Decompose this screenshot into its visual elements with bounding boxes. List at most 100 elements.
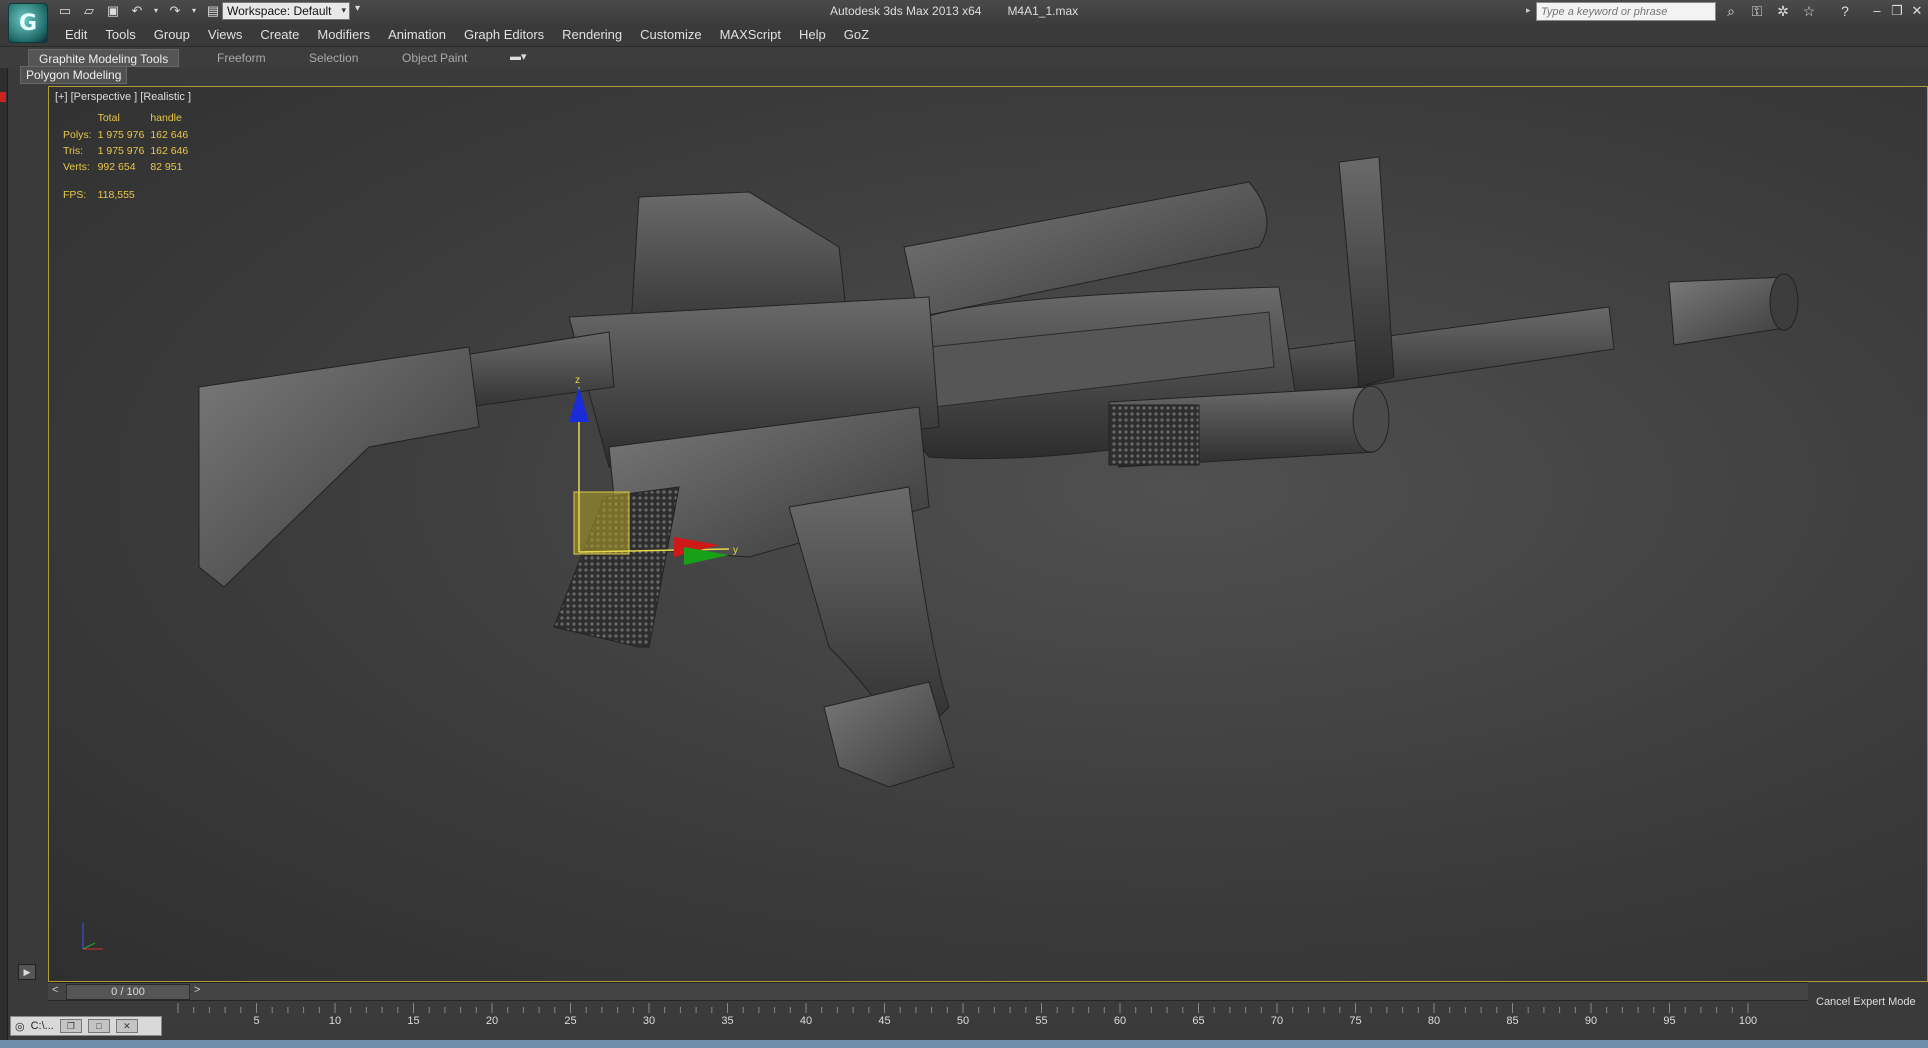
axis-tripod-icon: [82, 923, 103, 950]
restore-icon[interactable]: ❐: [1890, 2, 1904, 20]
track-tick-label: 100: [1738, 1015, 1758, 1027]
track-tick-label: 30: [642, 1015, 656, 1027]
track-ticks: [177, 1003, 1749, 1013]
rifle-model[interactable]: z y: [49, 87, 1928, 982]
track-tick-label: 80: [1427, 1015, 1441, 1027]
satellite-icon[interactable]: ✲: [1774, 2, 1792, 20]
tab-selection[interactable]: Selection: [299, 49, 368, 67]
menu-group[interactable]: Group: [145, 24, 199, 46]
menu-rendering[interactable]: Rendering: [553, 24, 631, 46]
tab-graphite-modeling-tools[interactable]: Graphite Modeling Tools: [28, 49, 180, 67]
minimized-window-title: C:\...: [30, 1020, 54, 1032]
search-expand-icon[interactable]: ▸: [1526, 5, 1531, 16]
stats-polys-label: Polys:: [63, 129, 92, 141]
stats-polys-total: 1 975 976: [97, 129, 145, 141]
perspective-viewport[interactable]: z y [+] [Perspective ] [Realistic ] Tota…: [48, 86, 1928, 982]
undo-icon[interactable]: ↶: [128, 2, 146, 20]
stats-tris-label: Tris:: [63, 145, 84, 157]
track-tick-label: 15: [407, 1015, 420, 1027]
stock: [198, 346, 480, 588]
save-icon[interactable]: ▣: [104, 2, 122, 20]
track-tick-label: 55: [1035, 1015, 1048, 1027]
quick-access-toolbar: ▭ ▱ ▣ ↶ ▾ ↷ ▾ ▤: [56, 2, 222, 20]
maximize-icon[interactable]: □: [87, 1019, 110, 1033]
minimize-icon[interactable]: –: [1870, 2, 1884, 20]
help-search-input[interactable]: [1536, 2, 1716, 21]
workspace-options-icon[interactable]: ▾: [355, 3, 360, 14]
track-tick-label: 70: [1270, 1015, 1284, 1027]
stats-polys-handle: 162 646: [150, 129, 189, 141]
menu-maxscript[interactable]: MAXScript: [711, 24, 790, 46]
flashlight-grip: [1108, 404, 1200, 466]
time-prev-button[interactable]: <: [52, 984, 58, 996]
star-icon[interactable]: ☆: [1800, 2, 1818, 20]
track-bar[interactable]: [48, 1000, 1808, 1020]
stats-verts-label: Verts:: [63, 161, 90, 173]
restore-icon[interactable]: ❐: [59, 1019, 82, 1033]
track-tick-label: 35: [721, 1015, 734, 1027]
muzzle: [1769, 273, 1799, 331]
tab-freeform[interactable]: Freeform: [207, 49, 276, 67]
viewport-label[interactable]: [+] [Perspective ] [Realistic ]: [55, 91, 191, 103]
project-icon[interactable]: ▤: [204, 2, 222, 20]
redo-icon[interactable]: ↷: [166, 2, 184, 20]
minimized-window[interactable]: ◎ C:\... ❐ □ ✕: [10, 1016, 162, 1036]
track-tick-label: 85: [1506, 1015, 1519, 1027]
ribbon-toggle-icon[interactable]: ▬▾: [510, 50, 527, 63]
file-name: M4A1_1.max: [1007, 4, 1079, 18]
help-icon[interactable]: ?: [1836, 2, 1854, 20]
app-logo-icon: G: [18, 11, 38, 36]
new-file-icon[interactable]: ▭: [56, 2, 74, 20]
open-folder-icon[interactable]: ▱: [80, 2, 98, 20]
menu-views[interactable]: Views: [199, 24, 251, 46]
gizmo-z-label: z: [575, 375, 580, 386]
selection-box: [573, 491, 630, 555]
undo-dropdown-icon[interactable]: ▾: [152, 2, 160, 20]
play-icon[interactable]: ▶: [18, 964, 36, 980]
track-tick-label: 65: [1192, 1015, 1205, 1027]
menu-help[interactable]: Help: [790, 24, 835, 46]
app-logo-button[interactable]: G: [8, 3, 48, 43]
menu-bar: Edit Tools Group Views Create Modifiers …: [56, 24, 878, 46]
stats-tris-total: 1 975 976: [97, 145, 145, 157]
ribbon-tabs: Graphite Modeling Tools Freeform Selecti…: [0, 46, 1928, 68]
time-next-button[interactable]: >: [194, 984, 200, 996]
track-tick-label: 5: [253, 1015, 260, 1027]
menu-animation[interactable]: Animation: [379, 24, 455, 46]
time-slider-bar[interactable]: < 0 / 100 >: [48, 982, 1808, 1000]
menu-customize[interactable]: Customize: [631, 24, 710, 46]
window-marker: [0, 92, 6, 102]
workspace-label: Workspace: Default: [227, 4, 332, 18]
cancel-expert-mode-button[interactable]: Cancel Expert Mode: [1816, 996, 1916, 1008]
stats-tris-handle: 162 646: [150, 145, 189, 157]
menu-goz[interactable]: GoZ: [835, 24, 878, 46]
stats-fps-label: FPS:: [63, 189, 87, 201]
flashlight-lens: [1352, 385, 1390, 453]
tab-object-paint[interactable]: Object Paint: [392, 49, 477, 67]
redo-dropdown-icon[interactable]: ▾: [190, 2, 198, 20]
binoculars-icon[interactable]: ⌕: [1722, 2, 1740, 20]
chevron-down-icon: ▾: [341, 5, 346, 15]
menu-edit[interactable]: Edit: [56, 24, 96, 46]
stats-verts-handle: 82 951: [150, 161, 183, 173]
window-controls: – ❐ ✕: [1870, 2, 1924, 20]
time-slider-thumb[interactable]: 0 / 100: [66, 984, 190, 1000]
minimized-window-icon: ◎: [15, 1020, 25, 1033]
track-tick-label: 40: [799, 1015, 813, 1027]
key-icon[interactable]: ⚿: [1748, 2, 1766, 20]
menu-create[interactable]: Create: [251, 24, 308, 46]
menu-tools[interactable]: Tools: [96, 24, 144, 46]
workspace-dropdown[interactable]: Workspace: Default ▾: [222, 2, 350, 20]
stats-fps-value: 118,555: [97, 189, 135, 201]
polygon-modeling-panel[interactable]: Polygon Modeling: [20, 66, 128, 84]
close-icon[interactable]: ✕: [1910, 2, 1924, 20]
close-icon[interactable]: ✕: [115, 1019, 138, 1033]
window-title: Autodesk 3ds Max 2013 x64 M4A1_1.max: [830, 4, 1078, 18]
track-tick-label: 60: [1113, 1015, 1127, 1027]
track-tick-label: 20: [485, 1015, 499, 1027]
left-edge-strip: [0, 68, 8, 1048]
menu-modifiers[interactable]: Modifiers: [308, 24, 379, 46]
menu-graph-editors[interactable]: Graph Editors: [455, 24, 553, 46]
infocenter-toolbar: ⌕ ⚿ ✲ ☆ ?: [1722, 2, 1854, 20]
track-tick-label: 50: [956, 1015, 970, 1027]
